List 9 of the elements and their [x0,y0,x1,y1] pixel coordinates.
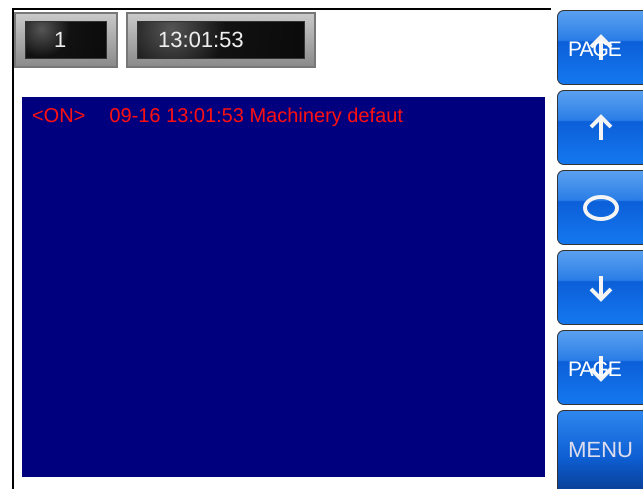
alarm-message: 09-16 13:01:53 Machinery defaut [109,105,403,128]
alarm-status: <ON> [32,105,86,128]
down-button[interactable] [557,250,643,325]
select-button[interactable] [557,170,643,245]
clock-time: 13:01:53 [137,21,305,59]
menu-button[interactable]: MENU [557,410,643,489]
circle-icon [580,192,620,222]
up-button[interactable] [557,90,643,165]
alarm-count: 1 [25,21,107,59]
